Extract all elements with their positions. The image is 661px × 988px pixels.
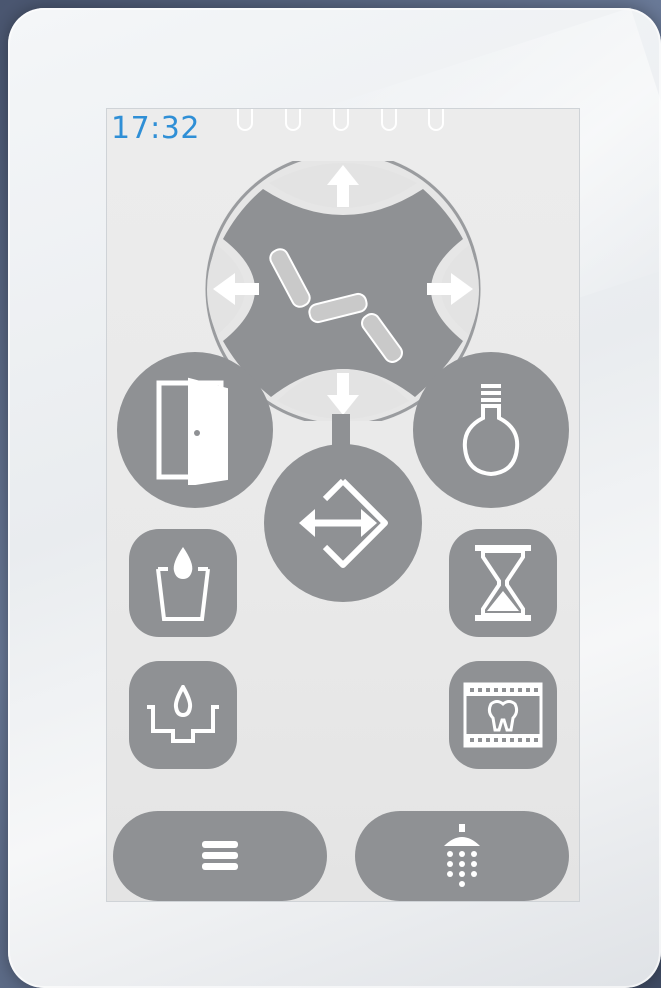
door-button[interactable] [117, 352, 273, 508]
tab-indicator[interactable] [333, 109, 349, 131]
tab-indicator[interactable] [381, 109, 397, 131]
clock-time: 17:32 [111, 111, 200, 146]
shower-icon [444, 824, 480, 887]
menu-icon [202, 841, 238, 870]
xray-film-button[interactable] [449, 661, 557, 769]
door-icon [156, 377, 228, 485]
entry-exit-icon [299, 478, 388, 568]
tab-indicator[interactable] [428, 109, 444, 131]
tab-indicator[interactable] [285, 109, 301, 131]
bowl-rinse-icon [147, 685, 219, 743]
bowl-rinse-button[interactable] [129, 661, 237, 769]
touch-screen: 17:32 [106, 108, 580, 902]
light-button[interactable] [413, 352, 569, 508]
entry-exit-button[interactable] [264, 444, 422, 602]
tooth-film-icon [463, 682, 543, 748]
shower-button[interactable] [355, 811, 569, 901]
menu-button[interactable] [113, 811, 327, 901]
cup-fill-icon [156, 547, 210, 621]
timer-button[interactable] [449, 529, 557, 637]
light-bulb-icon [462, 384, 520, 477]
hourglass-icon [475, 545, 531, 621]
tab-indicator[interactable] [237, 109, 253, 131]
cup-fill-button[interactable] [129, 529, 237, 637]
